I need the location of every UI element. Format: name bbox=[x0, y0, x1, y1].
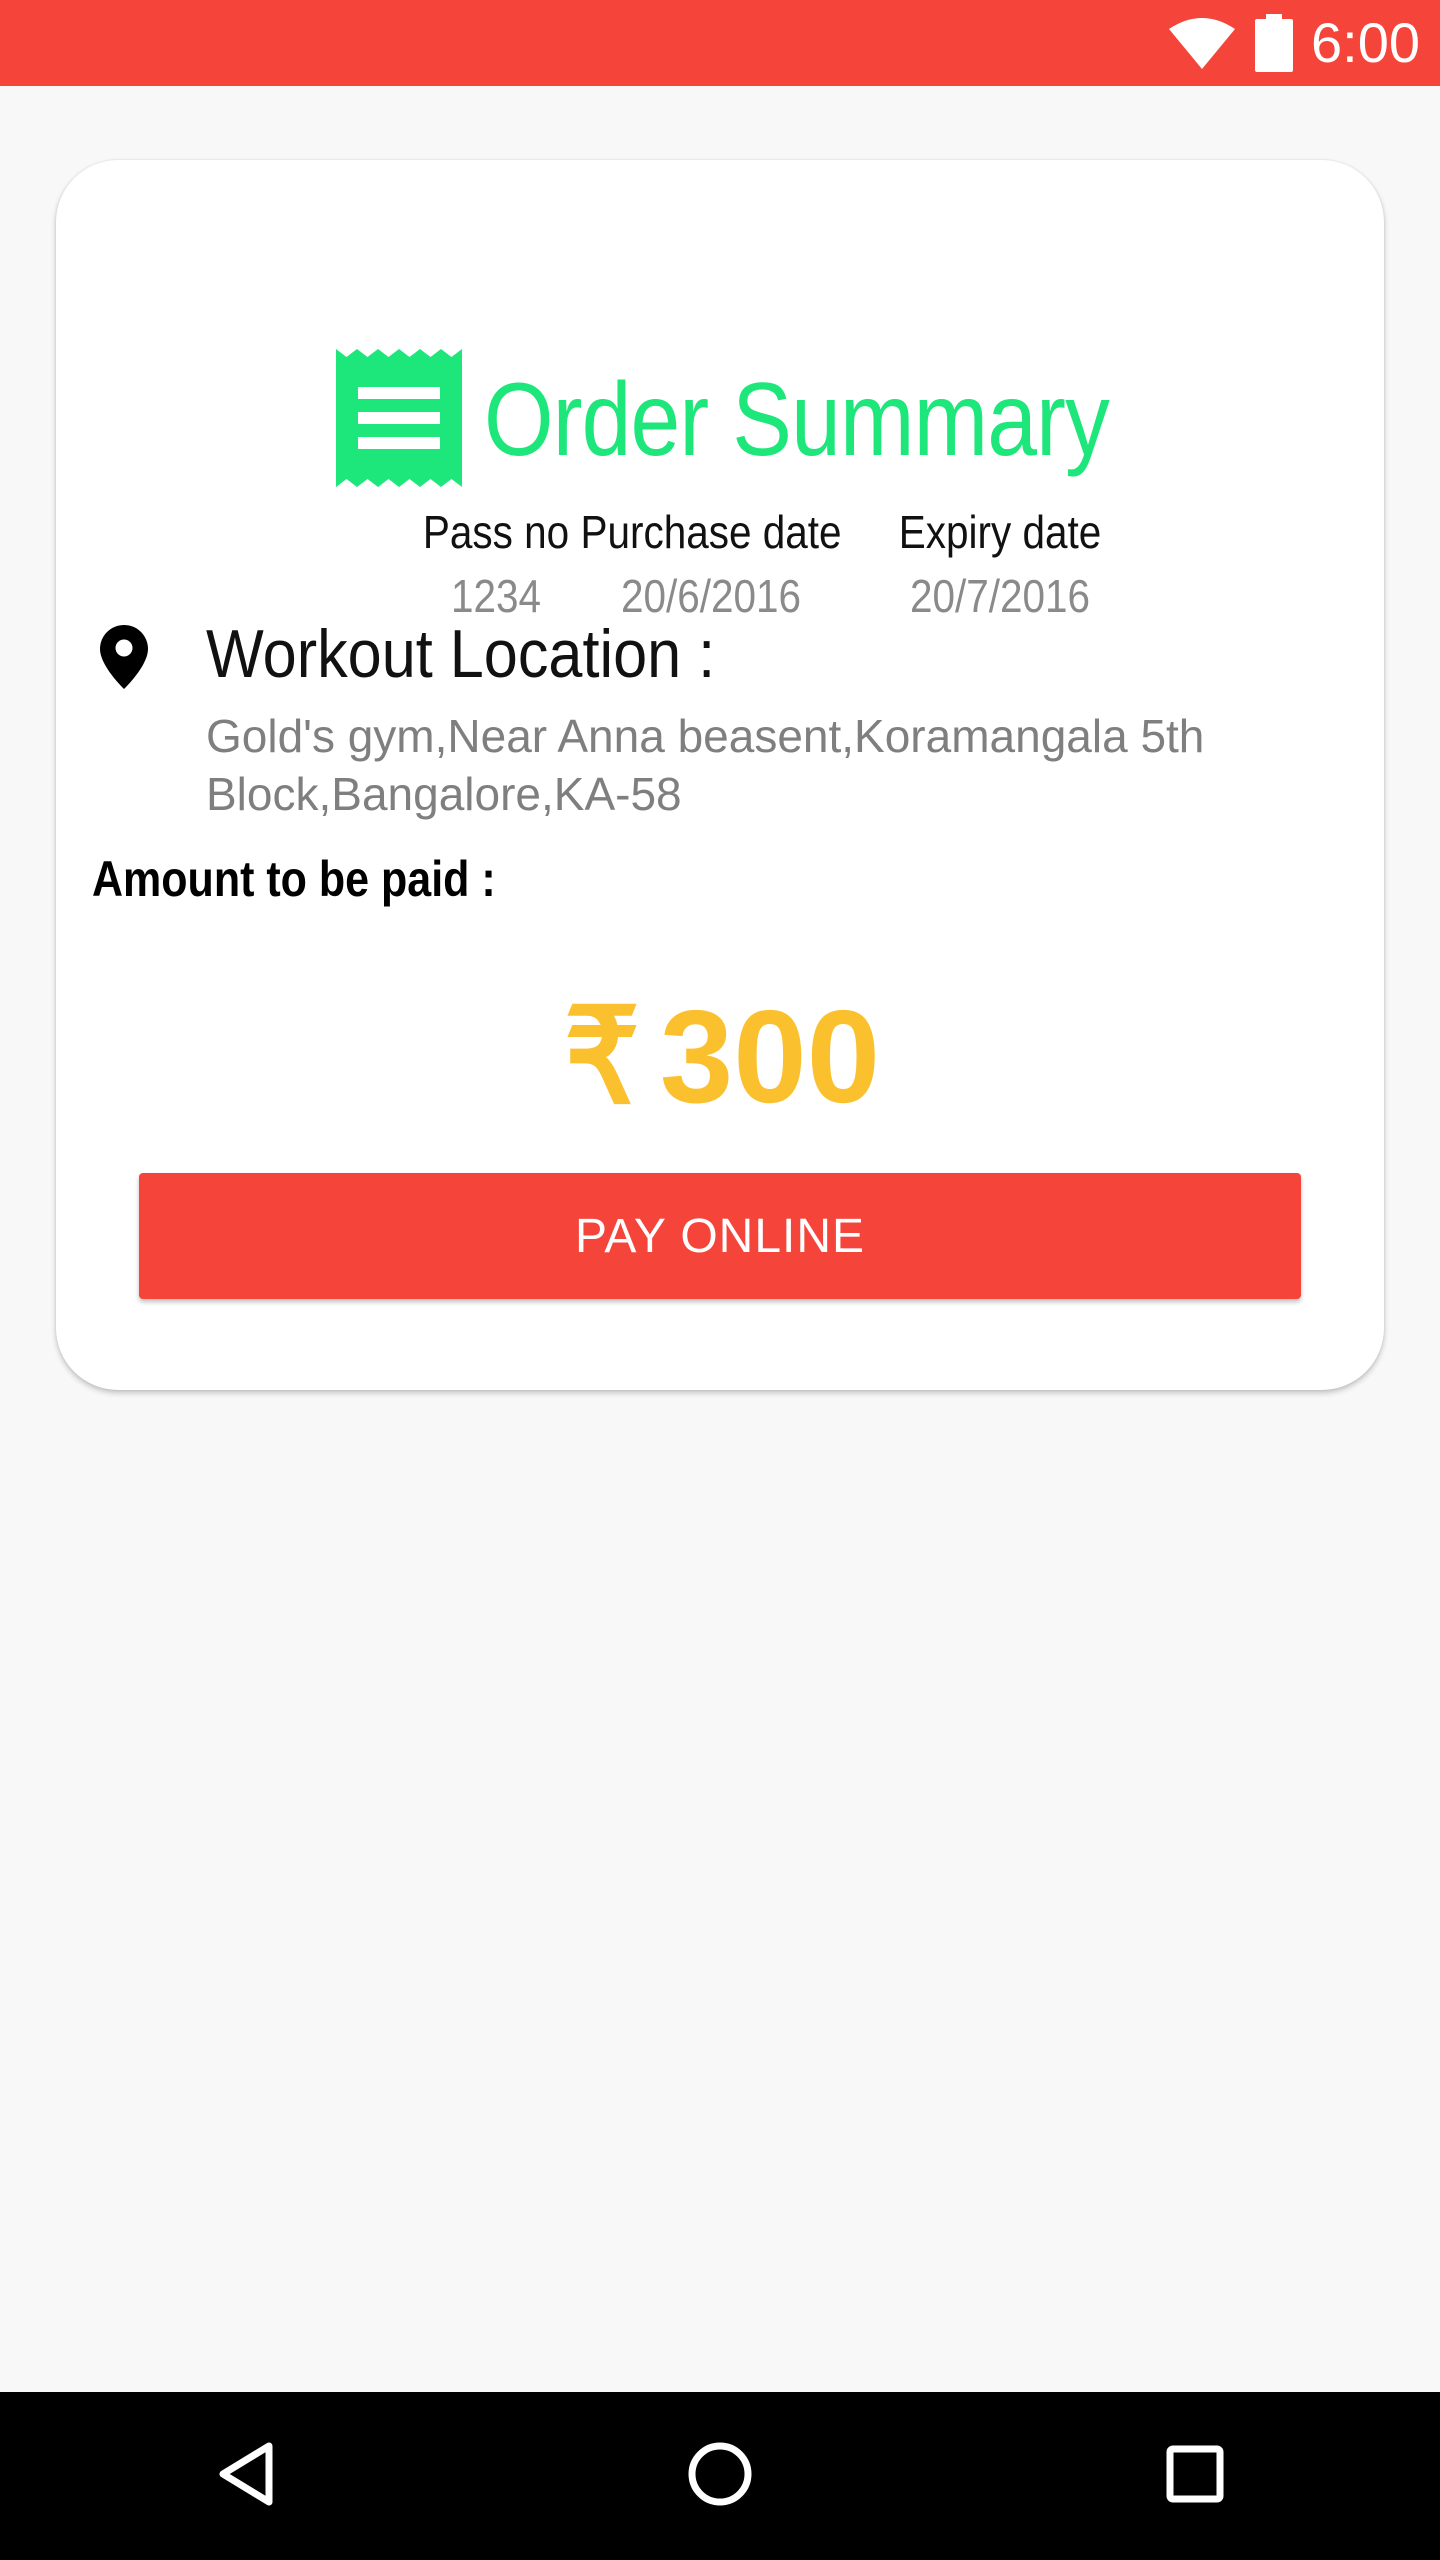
navigation-bar bbox=[0, 2392, 1440, 2560]
battery-icon bbox=[1255, 14, 1293, 72]
expiry-date-column: Expiry date 20/7/2016 bbox=[845, 505, 1155, 623]
pay-online-button[interactable]: PAY ONLINE bbox=[139, 1173, 1301, 1299]
order-summary-card: Order Summary Pass no 1234 Purchase date… bbox=[56, 160, 1384, 1390]
status-time: 6:00 bbox=[1311, 11, 1420, 74]
recents-button[interactable] bbox=[1095, 2392, 1295, 2560]
home-button[interactable] bbox=[620, 2392, 820, 2560]
order-summary-title: Order Summary bbox=[484, 361, 1110, 478]
order-summary-header: Order Summary bbox=[336, 348, 1211, 492]
recents-icon bbox=[1166, 2445, 1224, 2508]
amount-number: 300 bbox=[659, 983, 881, 1130]
expiry-date-value: 20/7/2016 bbox=[909, 570, 1091, 622]
rupee-symbol: ₹ bbox=[564, 983, 640, 1130]
purchase-date-label: Purchase date bbox=[580, 506, 842, 558]
back-icon bbox=[215, 2440, 277, 2513]
wifi-icon bbox=[1167, 15, 1237, 71]
purchase-date-column: Purchase date 20/6/2016 bbox=[546, 505, 876, 623]
status-bar: 6:00 bbox=[0, 0, 1440, 86]
receipt-icon bbox=[336, 348, 484, 492]
expiry-date-label: Expiry date bbox=[898, 506, 1102, 558]
amount-value: ₹300 bbox=[56, 980, 1384, 1134]
home-icon bbox=[687, 2441, 753, 2512]
workout-location-address: Gold's gym,Near Anna beasent,Koramangala… bbox=[206, 710, 1205, 820]
workout-location-title: Workout Location : bbox=[206, 616, 716, 692]
back-button[interactable] bbox=[146, 2392, 346, 2560]
amount-label: Amount to be paid : bbox=[92, 851, 496, 907]
status-icons: 6:00 bbox=[1167, 0, 1420, 86]
